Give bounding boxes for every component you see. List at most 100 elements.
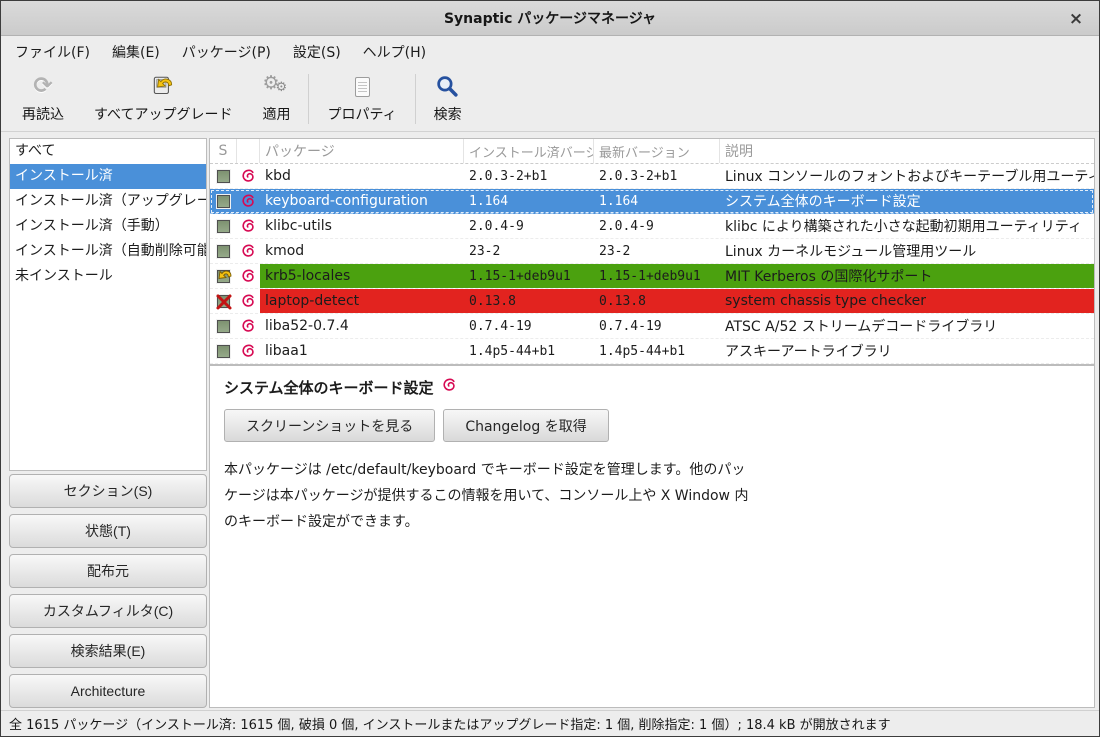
- package-name: krb5-locales: [260, 264, 464, 288]
- status-view-button[interactable]: 状態(T): [9, 514, 207, 548]
- details-buttons: スクリーンショットを見るChangelog を取得: [224, 409, 1080, 442]
- details-title: システム全体のキーボード設定: [224, 377, 434, 398]
- debian-swirl-icon: [237, 339, 260, 363]
- latest-version: 0.7.4-19: [594, 314, 720, 338]
- properties-icon: [355, 74, 370, 100]
- status-installed-icon: [217, 245, 230, 258]
- reload-label: 再読込: [22, 104, 64, 124]
- package-status-cell: [210, 289, 237, 313]
- table-header-row: S パッケージインストール済バージョン最新バージョン説明: [210, 139, 1094, 164]
- status-installed-icon: [217, 220, 230, 233]
- latest-version: 1.4p5-44+b1: [594, 339, 720, 363]
- package-name: libaa1: [260, 339, 464, 363]
- package-summary: system chassis type checker: [720, 289, 1094, 313]
- column-header-name[interactable]: パッケージ: [260, 139, 464, 163]
- origin-view-button[interactable]: 配布元: [9, 554, 207, 588]
- sections-view-button[interactable]: セクション(S): [9, 474, 207, 508]
- apply-button[interactable]: ⚙⚙ 適用: [247, 70, 305, 128]
- installed-version: 1.15-1+deb9u1: [464, 264, 594, 288]
- menu-help[interactable]: ヘルプ(H): [352, 38, 437, 66]
- package-status-cell: [210, 314, 237, 338]
- upgrade-all-label: すべてアップグレード: [94, 104, 232, 124]
- properties-button[interactable]: プロパティ: [312, 70, 411, 128]
- table-row[interactable]: liba52-0.7.40.7.4-190.7.4-19ATSC A/52 スト…: [210, 314, 1094, 339]
- status-text: 全 1615 パッケージ（インストール済: 1615 個, 破損 0 個, イン…: [9, 714, 891, 733]
- debian-swirl-icon: [237, 214, 260, 238]
- package-status-cell: [210, 164, 237, 188]
- synaptic-window: Synaptic パッケージマネージャ × ファイル(F)編集(E)パッケージ(…: [0, 0, 1100, 737]
- menu-package[interactable]: パッケージ(P): [171, 38, 282, 66]
- sidebar-filter-item[interactable]: インストール済（手動）: [10, 214, 206, 239]
- sidebar-filter-item[interactable]: インストール済: [10, 164, 206, 189]
- package-summary: ATSC A/52 ストリームデコードライブラリ: [720, 314, 1094, 338]
- installed-version: 0.7.4-19: [464, 314, 594, 338]
- sidebar-filter-item[interactable]: すべて: [10, 139, 206, 164]
- table-row[interactable]: libaa11.4p5-44+b11.4p5-44+b1アスキーアートライブラリ: [210, 339, 1094, 364]
- debian-swirl-icon: [237, 239, 260, 263]
- title-bar[interactable]: Synaptic パッケージマネージャ ×: [1, 1, 1099, 36]
- close-icon[interactable]: ×: [1065, 8, 1087, 30]
- latest-version: 0.13.8: [594, 289, 720, 313]
- package-summary: システム全体のキーボード設定: [720, 189, 1094, 213]
- table-row[interactable]: kmod23-223-2Linux カーネルモジュール管理用ツール: [210, 239, 1094, 264]
- latest-version: 2.0.3-2+b1: [594, 164, 720, 188]
- window-title: Synaptic パッケージマネージャ: [444, 8, 656, 28]
- search-icon: [435, 74, 460, 100]
- table-row[interactable]: krb5-locales1.15-1+deb9u11.15-1+deb9u1MI…: [210, 264, 1094, 289]
- screenshot-button[interactable]: スクリーンショットを見る: [224, 409, 435, 442]
- latest-version: 1.15-1+deb9u1: [594, 264, 720, 288]
- column-header-lat[interactable]: 最新バージョン: [594, 139, 720, 163]
- details-pane: システム全体のキーボード設定 スクリーンショットを見るChangelog を取得…: [209, 365, 1095, 708]
- sidebar-filter-item[interactable]: インストール済（自動削除可能）: [10, 239, 206, 264]
- menu-edit[interactable]: 編集(E): [101, 38, 171, 66]
- architecture-view-button[interactable]: Architecture: [9, 674, 207, 708]
- changelog-button[interactable]: Changelog を取得: [443, 409, 608, 442]
- status-installed-icon: [217, 195, 230, 208]
- package-status-cell: [210, 239, 237, 263]
- package-name: laptop-detect: [260, 289, 464, 313]
- toolbar: ⟳ 再読込 すべてアップグレード ⚙⚙ 適用 プロパティ 検索: [1, 66, 1099, 132]
- package-status-cell: [210, 339, 237, 363]
- package-name: klibc-utils: [260, 214, 464, 238]
- toolbar-separator: [415, 74, 416, 124]
- debian-swirl-icon: [237, 289, 260, 313]
- custom-filters-view-button[interactable]: カスタムフィルタ(C): [9, 594, 207, 628]
- status-upgrade-icon: [217, 270, 230, 283]
- debian-swirl-icon: [237, 189, 260, 213]
- menu-file[interactable]: ファイル(F): [4, 38, 101, 66]
- table-row[interactable]: laptop-detect0.13.80.13.8system chassis …: [210, 289, 1094, 314]
- upgrade-all-button[interactable]: すべてアップグレード: [79, 70, 247, 128]
- apply-gears-icon: ⚙⚙: [262, 74, 290, 100]
- column-header-inst[interactable]: インストール済バージョン: [464, 139, 594, 163]
- column-header-desc[interactable]: 説明: [720, 139, 1094, 163]
- installed-version: 2.0.3-2+b1: [464, 164, 594, 188]
- menu-settings[interactable]: 設定(S): [282, 38, 352, 66]
- installed-version: 23-2: [464, 239, 594, 263]
- search-results-view-button[interactable]: 検索結果(E): [9, 634, 207, 668]
- table-row[interactable]: kbd2.0.3-2+b12.0.3-2+b1Linux コンソールのフォントお…: [210, 164, 1094, 189]
- latest-version: 2.0.4-9: [594, 214, 720, 238]
- package-summary: Linux コンソールのフォントおよびキーテーブル用ユーティリティ: [720, 164, 1094, 188]
- reload-button[interactable]: ⟳ 再読込: [7, 70, 79, 128]
- column-header-s[interactable]: S: [210, 139, 237, 163]
- status-remove-icon: [217, 295, 230, 308]
- status-installed-icon: [217, 320, 230, 333]
- reload-icon: ⟳: [33, 74, 52, 100]
- latest-version: 1.164: [594, 189, 720, 213]
- status-installed-icon: [217, 345, 230, 358]
- package-name: kmod: [260, 239, 464, 263]
- table-row[interactable]: keyboard-configuration1.1641.164システム全体のキ…: [210, 189, 1094, 214]
- search-button[interactable]: 検索: [419, 70, 477, 128]
- status-installed-icon: [217, 170, 230, 183]
- sidebar-filter-item[interactable]: 未インストール: [10, 264, 206, 289]
- debian-swirl-icon: [237, 164, 260, 188]
- column-header-sw[interactable]: [237, 139, 260, 163]
- package-status-cell: [210, 214, 237, 238]
- sidebar-filter-item[interactable]: インストール済（アップグレード可）: [10, 189, 206, 214]
- package-name: liba52-0.7.4: [260, 314, 464, 338]
- apply-label: 適用: [262, 104, 290, 124]
- table-row[interactable]: klibc-utils2.0.4-92.0.4-9klibc により構築された小…: [210, 214, 1094, 239]
- sidebar-filter-list: すべてインストール済インストール済（アップグレード可）インストール済（手動）イン…: [9, 138, 207, 471]
- properties-label: プロパティ: [327, 104, 396, 124]
- package-name: kbd: [260, 164, 464, 188]
